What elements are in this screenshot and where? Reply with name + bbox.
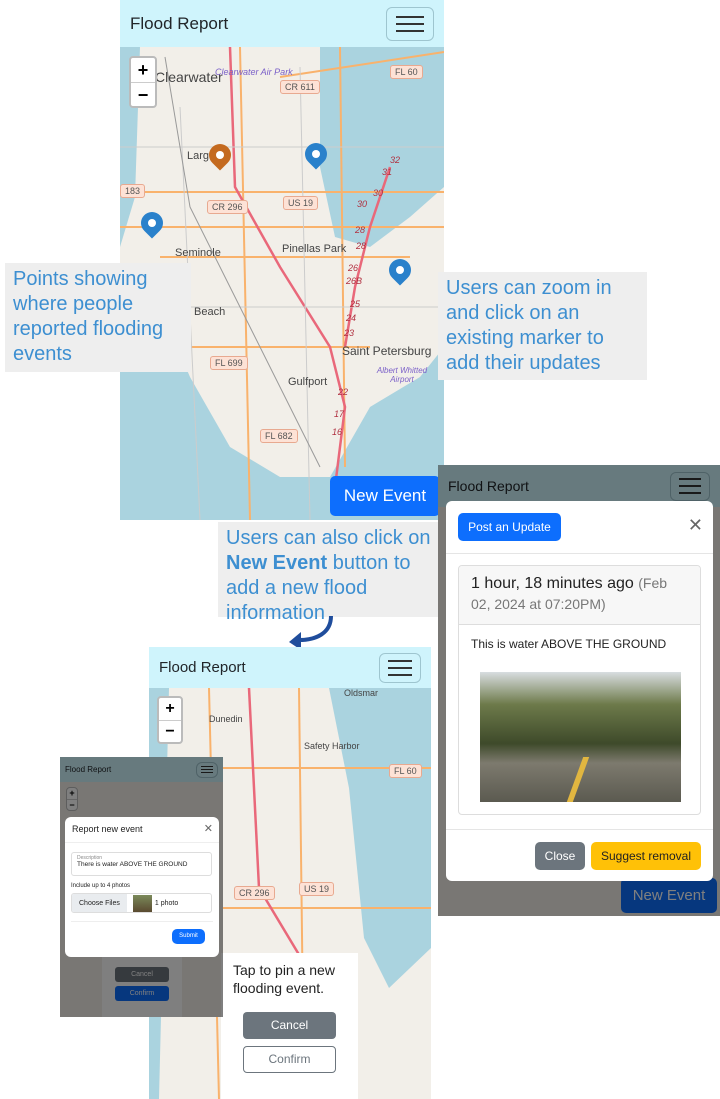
close-icon[interactable]: ✕ xyxy=(688,515,703,536)
hamburger-line xyxy=(396,29,424,32)
file-count: 1 photo xyxy=(154,899,179,907)
main-screenshot: Flood Report + − Clearwater Clearwater A… xyxy=(120,0,444,520)
post-update-button[interactable]: Post an Update xyxy=(458,513,561,541)
pin-sheet: Tap to pin a new flooding event. Cancel … xyxy=(221,953,358,1099)
hamburger-line xyxy=(388,673,412,676)
hamburger-icon xyxy=(396,15,424,18)
update-modal: Post an Update ✕ 1 hour, 18 minutes ago … xyxy=(446,501,713,881)
photo-thumbnail xyxy=(132,894,152,912)
report-screenshot: Flood Report + − Cancel Confirm Report n… xyxy=(60,757,223,1017)
interstate-label: 25 xyxy=(350,299,361,309)
interstate-label: 24 xyxy=(346,313,357,323)
choose-files-button[interactable]: Choose Files xyxy=(72,894,127,912)
hamburger-line xyxy=(388,666,412,669)
zoom-control: + − xyxy=(129,56,157,108)
place-label: Saint Petersburg xyxy=(342,344,432,358)
place-label: Pinellas Park xyxy=(282,243,347,255)
navbar: Flood Report xyxy=(149,647,431,688)
road-shield: CR 296 xyxy=(234,886,275,900)
description-field[interactable]: Description There is water ABOVE THE GRO… xyxy=(71,852,212,876)
road-shield: US 19 xyxy=(299,882,335,896)
relative-time: 1 hour, 18 minutes ago xyxy=(471,575,634,592)
zoom-control: + − xyxy=(157,696,183,744)
update-text: This is water ABOVE THE GROUND xyxy=(471,637,667,651)
card-header: 1 hour, 18 minutes ago (Feb 02, 2024 at … xyxy=(459,566,700,625)
flood-photo xyxy=(480,672,681,802)
description-value: There is water ABOVE THE GROUND xyxy=(77,861,188,868)
divider xyxy=(65,842,219,843)
place-label: Clearwater xyxy=(155,69,223,85)
menu-toggle-button[interactable] xyxy=(379,652,421,683)
suggest-removal-button[interactable]: Suggest removal xyxy=(591,842,701,870)
submit-button[interactable]: Submit xyxy=(172,929,205,944)
annotation-zoom: Users can zoom in and click on an existi… xyxy=(438,272,647,380)
place-label: Oldsmar xyxy=(344,688,379,698)
place-label: Safety Harbor xyxy=(304,741,360,751)
road-shield: FL 60 xyxy=(389,764,422,778)
photos-label: Include up to 4 photos xyxy=(71,883,131,889)
interstate-label: 32 xyxy=(390,155,401,165)
navbar: Flood Report xyxy=(120,0,444,47)
zoom-out-button[interactable]: − xyxy=(159,720,181,742)
confirm-button[interactable]: Confirm xyxy=(243,1046,336,1073)
app-title: Flood Report xyxy=(130,13,229,33)
divider xyxy=(446,829,713,830)
place-label: Seminole xyxy=(175,247,221,259)
interstate-label: 30 xyxy=(357,199,368,209)
divider xyxy=(446,553,713,554)
update-screenshot: Flood Report New Event Post an Update ✕ … xyxy=(438,465,720,916)
modal-title: Report new event xyxy=(72,824,143,834)
interstate-label: 17 xyxy=(334,409,345,419)
cancel-button[interactable]: Cancel xyxy=(243,1012,336,1039)
report-modal: Report new event ✕ Description There is … xyxy=(65,817,219,957)
road-shield: 183 xyxy=(120,184,146,198)
divider xyxy=(71,921,213,922)
menu-toggle-button[interactable] xyxy=(386,6,434,41)
interstate-label: 28 xyxy=(356,241,367,251)
new-event-button[interactable]: New Event xyxy=(330,476,440,516)
place-label: Albert Whitted Airport xyxy=(376,366,428,384)
interstate-label: 23 xyxy=(344,328,355,338)
road-shield: FL 60 xyxy=(390,65,423,79)
update-card: 1 hour, 18 minutes ago (Feb 02, 2024 at … xyxy=(458,565,701,815)
interstate-label: 26 xyxy=(348,263,359,273)
interstate-label: 30 xyxy=(373,188,384,198)
road-shield: CR 296 xyxy=(207,200,248,214)
annotation-text: Users can also click on xyxy=(226,527,431,549)
annotation-new-event: Users can also click on New Event button… xyxy=(218,522,440,624)
hamburger-icon xyxy=(388,659,412,662)
hamburger-line xyxy=(396,22,424,25)
zoom-in-button[interactable]: + xyxy=(159,698,181,720)
interstate-label: 26B xyxy=(346,276,363,286)
interstate-label: 31 xyxy=(382,167,393,177)
annotation-points: Points showing where people reported flo… xyxy=(5,263,191,372)
close-button[interactable]: Close xyxy=(535,842,585,870)
interstate-label: 22 xyxy=(338,387,349,397)
app-title: Flood Report xyxy=(159,659,246,676)
arrow-icon xyxy=(289,615,333,650)
interstate-label: 16 xyxy=(332,427,343,437)
zoom-in-button[interactable]: + xyxy=(131,58,155,82)
road-line xyxy=(566,757,590,802)
place-label: Dunedin xyxy=(209,714,243,724)
file-input[interactable]: Choose Files 1 photo xyxy=(71,893,212,913)
zoom-out-button[interactable]: − xyxy=(131,82,155,106)
interstate-label: 28 xyxy=(355,225,366,235)
road-shield: US 19 xyxy=(283,196,319,210)
road-shield: CR 611 xyxy=(280,80,320,94)
road-shield: FL 682 xyxy=(260,429,298,443)
road-shield: FL 699 xyxy=(210,356,248,370)
place-label: Clearwater Air Park xyxy=(215,67,293,77)
close-icon[interactable]: ✕ xyxy=(204,822,213,835)
place-label: Gulfport xyxy=(288,376,328,388)
annotation-bold: New Event xyxy=(226,552,328,574)
place-label: Beach xyxy=(194,306,226,318)
pin-prompt: Tap to pin a new flooding event. xyxy=(233,962,335,996)
